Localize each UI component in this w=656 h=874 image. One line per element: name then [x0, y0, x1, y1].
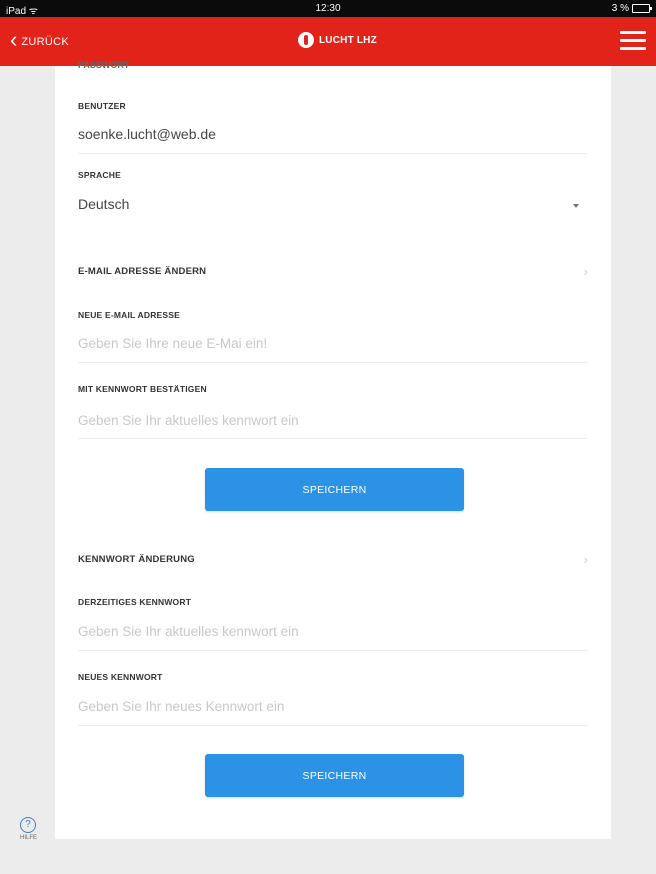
help-label: HILFE [20, 835, 38, 841]
divider [78, 650, 588, 651]
left-sidebar [0, 66, 55, 874]
confirm-password-input[interactable] [78, 413, 588, 428]
password-section-header[interactable]: KENNWORT ÄNDERUNG › [78, 552, 588, 567]
new-email-input[interactable] [78, 336, 588, 351]
save-password-button[interactable]: SPEICHERN [205, 754, 464, 797]
divider [78, 362, 588, 363]
save-email-button[interactable]: SPEICHERN [205, 468, 464, 511]
current-password-label: DERZEITIGES KENNWORT [78, 597, 192, 607]
logo-text: LUCHT LHZ [319, 34, 377, 46]
chevron-right-icon: › [583, 552, 588, 567]
user-value: soenke.lucht@web.de [78, 126, 216, 142]
language-select[interactable]: Deutsch [78, 196, 129, 212]
divider [78, 725, 588, 726]
status-time: 12:30 [315, 3, 341, 14]
status-bar: iPad ᯤ 12:30 3 % [0, 0, 656, 17]
settings-card: PASSWORT BENUTZER soenke.lucht@web.de SP… [55, 60, 611, 839]
back-button[interactable]: ‹ ZURÜCK [10, 17, 69, 66]
new-email-label: NEUE E-MAIL ADRESSE [78, 310, 181, 320]
email-section-title: E-MAIL ADRESSE ÄNDERN [78, 266, 207, 277]
app-logo: LUCHT LHZ [298, 32, 377, 48]
logo-mark-icon [298, 32, 314, 48]
current-password-input[interactable] [78, 624, 588, 639]
battery-icon [632, 4, 652, 13]
chevron-right-icon: › [583, 264, 588, 279]
battery-percent: 3 % [611, 3, 629, 14]
back-label: ZURÜCK [21, 35, 69, 48]
new-password-input[interactable] [78, 699, 588, 714]
divider [78, 438, 588, 439]
confirm-password-label: MIT KENNWORT BESTÄTIGEN [78, 384, 207, 394]
email-section-header[interactable]: E-MAIL ADRESSE ÄNDERN › [78, 264, 588, 279]
scrolled-section-label: PASSWORT [78, 60, 130, 70]
caret-down-icon[interactable] [573, 204, 579, 208]
chevron-left-icon: ‹ [10, 27, 18, 52]
divider [78, 153, 588, 154]
new-password-label: NEUES KENNWORT [78, 672, 163, 682]
language-label: SPRACHE [78, 170, 121, 180]
help-button[interactable]: ? HILFE [20, 817, 37, 841]
top-nav-bar: ‹ ZURÜCK LUCHT LHZ [0, 17, 656, 66]
hamburger-menu-icon[interactable] [620, 31, 646, 51]
user-label: BENUTZER [78, 101, 126, 111]
right-gutter [611, 66, 656, 874]
help-icon: ? [20, 817, 36, 833]
battery-status: 3 % [611, 3, 652, 14]
password-section-title: KENNWORT ÄNDERUNG [78, 554, 195, 565]
